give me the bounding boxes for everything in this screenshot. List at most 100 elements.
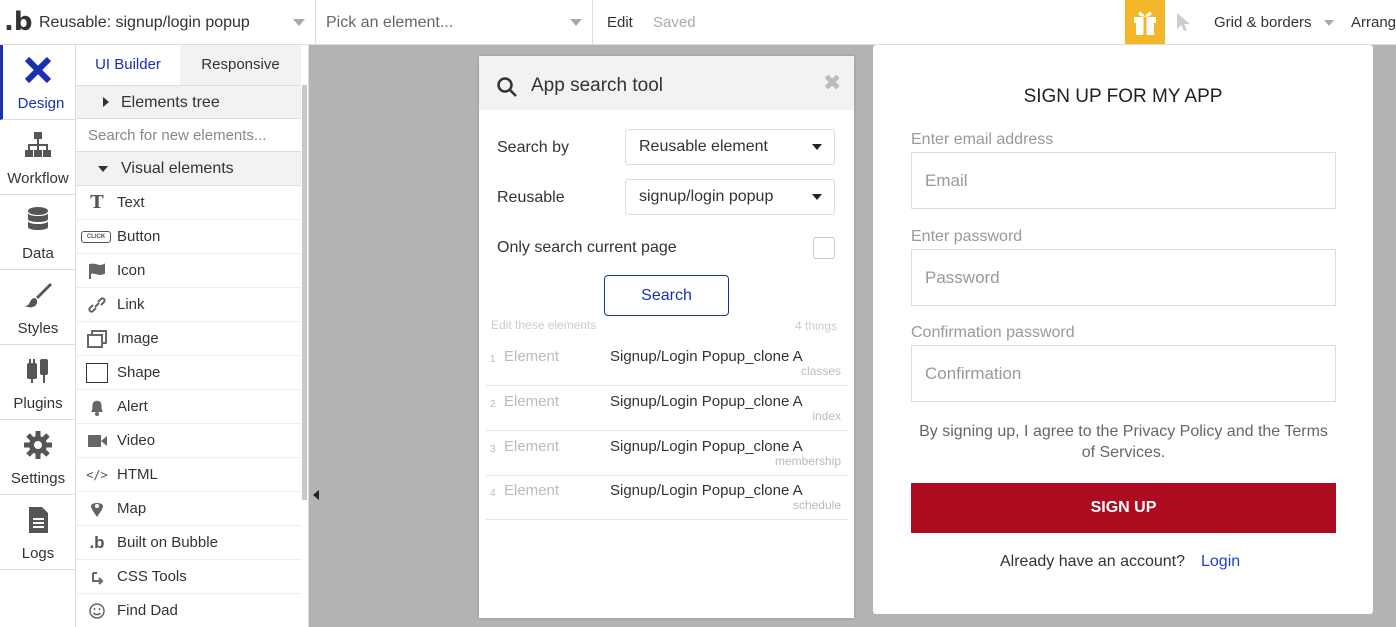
result-row[interactable]: 2 Element Signup/Login Popup_clone A ind… xyxy=(486,387,848,431)
chevron-down-icon xyxy=(293,19,305,26)
smile-icon xyxy=(89,603,105,619)
shape-icon xyxy=(86,363,108,383)
search-by-value: Reusable element xyxy=(639,138,768,155)
element-alert[interactable]: Alert xyxy=(76,390,301,424)
result-name: Signup/Login Popup_clone A xyxy=(610,348,803,365)
edit-menu[interactable]: Edit xyxy=(607,0,633,45)
result-number: 4 xyxy=(490,488,496,499)
video-icon xyxy=(88,435,107,447)
nav-label: Workflow xyxy=(7,170,69,187)
reusable-label: Reusable xyxy=(497,189,565,206)
result-row[interactable]: 4 Element Signup/Login Popup_clone A sch… xyxy=(486,476,848,520)
result-type: Element xyxy=(504,482,560,499)
element-shape[interactable]: Shape xyxy=(76,356,301,390)
element-label: Text xyxy=(117,194,145,211)
visual-elements-toggle[interactable]: Visual elements xyxy=(76,152,301,186)
only-current-label: Only search current page xyxy=(497,239,677,256)
cursor-icon[interactable] xyxy=(1174,11,1196,33)
result-number: 3 xyxy=(490,444,496,455)
element-label: Built on Bubble xyxy=(117,534,218,551)
collapse-panel-icon[interactable] xyxy=(313,490,319,500)
signup-title: SIGN UP FOR MY APP xyxy=(1023,86,1223,107)
data-icon xyxy=(28,207,48,230)
result-page: membership xyxy=(774,454,841,468)
nav-data[interactable]: Data xyxy=(0,195,76,270)
password-label: Enter password xyxy=(911,228,1023,245)
signup-button[interactable]: SIGN UP xyxy=(911,483,1336,533)
search-by-label: Search by xyxy=(497,139,570,156)
result-number: 2 xyxy=(490,399,496,410)
grid-borders-menu[interactable]: Grid & borders xyxy=(1214,0,1312,45)
result-number: 1 xyxy=(490,354,496,365)
element-button[interactable]: CLICK Button xyxy=(76,220,301,254)
element-find-dad[interactable]: Find Dad xyxy=(76,594,301,627)
gift-button[interactable] xyxy=(1125,0,1165,44)
nav-settings[interactable]: Settings xyxy=(0,420,76,495)
elements-tree-label: Elements tree xyxy=(121,94,220,111)
email-field[interactable]: Email xyxy=(911,152,1336,209)
text-icon: T xyxy=(90,192,104,213)
map-pin-icon xyxy=(91,503,103,517)
plugins-icon xyxy=(27,359,48,383)
element-label: Link xyxy=(117,296,145,313)
design-icon xyxy=(24,56,52,84)
nav-workflow[interactable]: Workflow xyxy=(0,120,76,195)
element-css-tools[interactable]: CSS Tools xyxy=(76,560,301,594)
element-built-on-bubble[interactable]: .b Built on Bubble xyxy=(76,526,301,560)
code-icon: </> xyxy=(86,468,108,482)
confirmation-field[interactable]: Confirmation xyxy=(911,345,1336,402)
close-icon[interactable]: ✖ xyxy=(823,71,841,95)
element-icon[interactable]: Icon xyxy=(76,254,301,288)
element-video[interactable]: Video xyxy=(76,424,301,458)
element-link[interactable]: Link xyxy=(76,288,301,322)
element-label: Image xyxy=(117,330,159,347)
tab-responsive[interactable]: Responsive xyxy=(180,45,301,85)
results-count: 4 things xyxy=(795,319,838,333)
bubble-b-icon: .b xyxy=(89,533,105,552)
arrange-menu[interactable]: Arrange xyxy=(1351,0,1396,45)
caret-right-icon xyxy=(103,97,109,107)
element-label: Video xyxy=(117,432,156,449)
element-text[interactable]: T Text xyxy=(76,186,301,220)
nav-label: Data xyxy=(22,245,54,262)
app-search-tool: App search tool ✖ Search by Reusable ele… xyxy=(479,56,854,618)
login-link[interactable]: Login xyxy=(1201,553,1240,571)
visual-elements-label: Visual elements xyxy=(121,160,234,177)
element-image[interactable]: Image xyxy=(76,322,301,356)
nav-plugins[interactable]: Plugins xyxy=(0,345,76,420)
nav-label: Settings xyxy=(10,470,66,487)
left-nav: Design Workflow Data Styles Plugins Sett… xyxy=(0,45,76,627)
nav-logs[interactable]: Logs xyxy=(0,495,76,570)
nav-styles[interactable]: Styles xyxy=(0,270,76,345)
element-select[interactable]: Pick an element... xyxy=(316,0,593,45)
element-label: CSS Tools xyxy=(117,568,187,585)
result-type: Element xyxy=(504,393,560,410)
nav-design[interactable]: Design xyxy=(0,45,76,120)
result-page: schedule xyxy=(792,498,841,512)
top-bar: .b Reusable: signup/login popup Pick an … xyxy=(0,0,1396,45)
page-select[interactable]: Reusable: signup/login popup xyxy=(33,0,316,45)
elements-panel: UI Builder Responsive Elements tree Sear… xyxy=(76,45,309,627)
reusable-value: signup/login popup xyxy=(639,188,774,205)
tab-ui-builder[interactable]: UI Builder xyxy=(76,45,180,85)
search-by-dropdown[interactable]: Reusable element xyxy=(625,129,835,165)
only-current-checkbox[interactable] xyxy=(813,237,835,259)
element-label: HTML xyxy=(117,466,158,483)
panel-scrollbar[interactable] xyxy=(302,85,307,500)
element-html[interactable]: </> HTML xyxy=(76,458,301,492)
flag-icon xyxy=(89,263,105,279)
element-label: Shape xyxy=(117,364,161,381)
element-label: Map xyxy=(117,500,147,517)
search-button[interactable]: Search xyxy=(604,275,729,316)
nav-label: Logs xyxy=(21,545,55,562)
search-elements-input[interactable]: Search for new elements... xyxy=(76,118,301,152)
bubble-logo[interactable]: .b xyxy=(4,8,33,36)
element-map[interactable]: Map xyxy=(76,492,301,526)
result-row[interactable]: 3 Element Signup/Login Popup_clone A mem… xyxy=(486,432,848,476)
password-field[interactable]: Password xyxy=(911,249,1336,306)
result-row[interactable]: 1 Element Signup/Login Popup_clone A cla… xyxy=(486,342,848,386)
reusable-dropdown[interactable]: signup/login popup xyxy=(625,179,835,215)
elements-tree-toggle[interactable]: Elements tree xyxy=(76,85,301,118)
signup-popup: SIGN UP FOR MY APP Enter email address E… xyxy=(873,45,1373,614)
settings-icon xyxy=(24,431,52,459)
